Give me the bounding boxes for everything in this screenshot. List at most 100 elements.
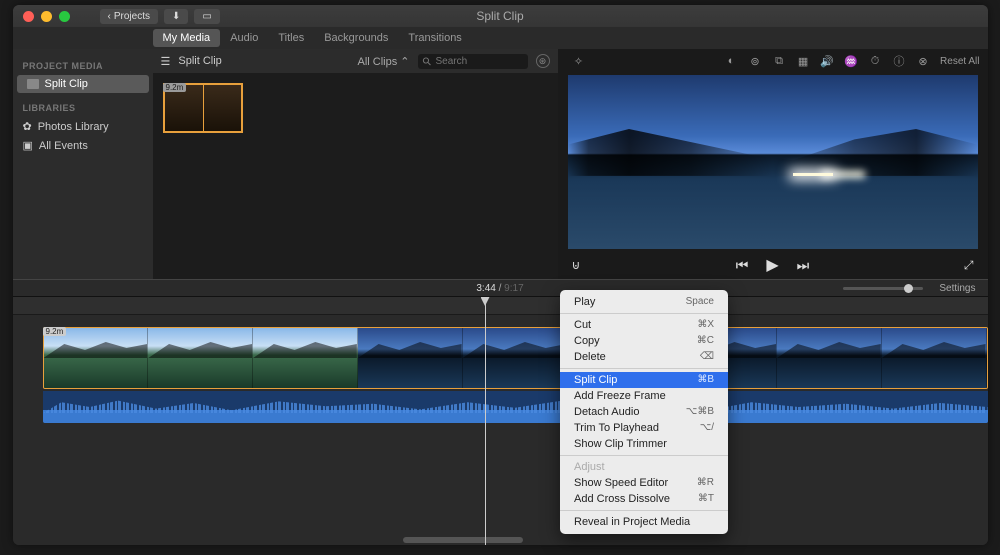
- photos-icon: ✿: [23, 120, 32, 133]
- timeline-scrollbar[interactable]: [403, 537, 523, 543]
- menu-item-play[interactable]: PlaySpace: [560, 294, 728, 310]
- clip-thumbnail[interactable]: 9.2m: [163, 83, 243, 133]
- menu-item-shortcut: ⌥/: [700, 422, 714, 434]
- frame-thumb: [777, 328, 882, 388]
- filmstrip-icon: [27, 79, 39, 89]
- timeline-header: 3:44 / 9:17 Settings: [13, 279, 988, 297]
- window-controls: [23, 11, 70, 22]
- clips-filter[interactable]: All Clips ⌃: [357, 55, 409, 68]
- filter-icon[interactable]: ⊗: [916, 54, 930, 68]
- menu-item-shortcut: ⌘T: [698, 493, 714, 505]
- settings-gear-icon[interactable]: ⊛: [536, 54, 550, 68]
- playhead[interactable]: [485, 297, 486, 545]
- menu-item-label: Split Clip: [574, 374, 617, 386]
- sidebar-heading-project: PROJECT MEDIA: [13, 57, 153, 75]
- menu-separator: [560, 313, 728, 314]
- timeline[interactable]: 9.2m: [13, 297, 988, 545]
- zoom-slider[interactable]: [843, 287, 923, 290]
- reset-all-button[interactable]: Reset All: [940, 56, 979, 67]
- menu-separator: [560, 510, 728, 511]
- frame-thumb: [882, 328, 987, 388]
- list-view-icon[interactable]: ☰: [161, 55, 171, 68]
- sidebar: PROJECT MEDIA Split Clip LIBRARIES ✿ Pho…: [13, 49, 153, 279]
- tab-titles[interactable]: Titles: [268, 29, 314, 47]
- sidebar-item-split-clip[interactable]: Split Clip: [17, 75, 149, 93]
- volume-icon[interactable]: 🔊: [820, 54, 834, 68]
- menu-item-adjust: Adjust: [560, 459, 728, 475]
- menu-item-shortcut: ⌘R: [697, 477, 714, 489]
- back-projects-button[interactable]: ‹ Projects: [100, 9, 158, 24]
- video-preview[interactable]: [568, 75, 978, 249]
- menu-item-shortcut: ⌘X: [697, 319, 714, 331]
- play-button[interactable]: ▶: [766, 255, 778, 275]
- tab-my-media[interactable]: My Media: [153, 29, 221, 47]
- clip-duration-badge: 9.2m: [163, 83, 187, 92]
- color-correct-icon[interactable]: ⊚: [748, 54, 762, 68]
- square-icon: ▣: [23, 139, 33, 152]
- tab-backgrounds[interactable]: Backgrounds: [314, 29, 398, 47]
- menu-item-reveal-in-project-media[interactable]: Reveal in Project Media: [560, 514, 728, 530]
- noise-icon[interactable]: ♒: [844, 54, 858, 68]
- sidebar-item-all-events[interactable]: ▣ All Events: [13, 136, 153, 155]
- menu-item-cut[interactable]: Cut⌘X: [560, 317, 728, 333]
- menu-item-label: Delete: [574, 351, 606, 363]
- menu-item-show-speed-editor[interactable]: Show Speed Editor ⌘R: [560, 475, 728, 491]
- sidebar-heading-libraries: LIBRARIES: [13, 99, 153, 117]
- microphone-icon[interactable]: ⊍: [572, 258, 581, 272]
- menu-item-label: Reveal in Project Media: [574, 516, 690, 528]
- app-window: ‹ Projects ⬇ ▭ Split Clip My Media Audio…: [13, 5, 988, 545]
- menu-item-copy[interactable]: Copy⌘C: [560, 333, 728, 349]
- prev-button[interactable]: ⏮: [736, 257, 749, 274]
- menu-item-add-cross-dissolve[interactable]: Add Cross Dissolve ⌘T: [560, 491, 728, 507]
- maximize-window-icon[interactable]: [59, 11, 70, 22]
- menu-item-label: Show Speed Editor: [574, 477, 668, 489]
- menu-item-label: Add Freeze Frame: [574, 390, 666, 402]
- audio-waveform[interactable]: [43, 391, 988, 423]
- close-window-icon[interactable]: [23, 11, 34, 22]
- titlebar: ‹ Projects ⬇ ▭ Split Clip: [13, 5, 988, 27]
- frame-thumb: [463, 328, 568, 388]
- menu-item-split-clip[interactable]: Split Clip ⌘B: [560, 372, 728, 388]
- wand-icon[interactable]: ✧: [572, 54, 586, 68]
- menu-item-shortcut: Space: [686, 296, 714, 308]
- menu-item-shortcut: ⌫: [700, 351, 714, 363]
- stabilize-icon[interactable]: ▦: [796, 54, 810, 68]
- fullscreen-icon[interactable]: ⤢: [964, 258, 974, 273]
- view-toggle-button[interactable]: ▭: [194, 9, 219, 24]
- menu-item-shortcut: ⌘B: [697, 374, 714, 386]
- timeline-settings-button[interactable]: Settings: [939, 283, 975, 294]
- menu-item-label: Adjust: [574, 461, 605, 473]
- browser-title: Split Clip: [178, 55, 349, 67]
- sidebar-item-photos[interactable]: ✿ Photos Library: [13, 117, 153, 136]
- video-clip-strip[interactable]: [43, 327, 988, 389]
- frame-thumb: [148, 328, 253, 388]
- next-button[interactable]: ⏭: [797, 257, 810, 274]
- tab-audio[interactable]: Audio: [220, 29, 268, 47]
- menu-item-label: Trim To Playhead: [574, 422, 659, 434]
- search-input[interactable]: [418, 54, 528, 69]
- info-icon[interactable]: ⓘ: [892, 54, 906, 68]
- video-track: 9.2m: [13, 327, 988, 427]
- preview-viewer: ✧ ◐ ⊚ ⧉ ▦ 🔊 ♒ ⏱ ⓘ ⊗ Reset All ⊍ ⏮ ▶ ⏭ ⤢: [558, 49, 988, 279]
- strip-duration-badge: 9.2m: [43, 327, 67, 336]
- color-balance-icon[interactable]: ◐: [724, 54, 738, 68]
- media-browser: ☰ Split Clip All Clips ⌃ ⊛ 9.2m: [153, 49, 558, 279]
- menu-item-delete[interactable]: Delete ⌫: [560, 349, 728, 365]
- time-ruler[interactable]: [13, 297, 988, 315]
- tab-transitions[interactable]: Transitions: [398, 29, 471, 47]
- context-menu: PlaySpace Cut⌘XCopy⌘C Delete ⌫ Split Clip ⌘B A…: [560, 290, 728, 534]
- import-media-button[interactable]: ⬇: [164, 9, 188, 24]
- speed-icon[interactable]: ⏱: [868, 54, 882, 68]
- sidebar-item-label: All Events: [39, 140, 88, 152]
- media-tabs: My Media Audio Titles Backgrounds Transi…: [13, 27, 988, 49]
- minimize-window-icon[interactable]: [41, 11, 52, 22]
- frame-thumb: [44, 328, 149, 388]
- menu-item-detach-audio[interactable]: Detach Audio⌥⌘B: [560, 404, 728, 420]
- menu-item-show-clip-trimmer[interactable]: Show Clip Trimmer: [560, 436, 728, 452]
- menu-item-trim-to-playhead[interactable]: Trim To Playhead ⌥/: [560, 420, 728, 436]
- frame-thumb: [358, 328, 463, 388]
- sidebar-item-label: Photos Library: [38, 121, 109, 133]
- crop-icon[interactable]: ⧉: [772, 54, 786, 68]
- menu-item-label: Add Cross Dissolve: [574, 493, 670, 505]
- menu-item-add-freeze-frame[interactable]: Add Freeze Frame: [560, 388, 728, 404]
